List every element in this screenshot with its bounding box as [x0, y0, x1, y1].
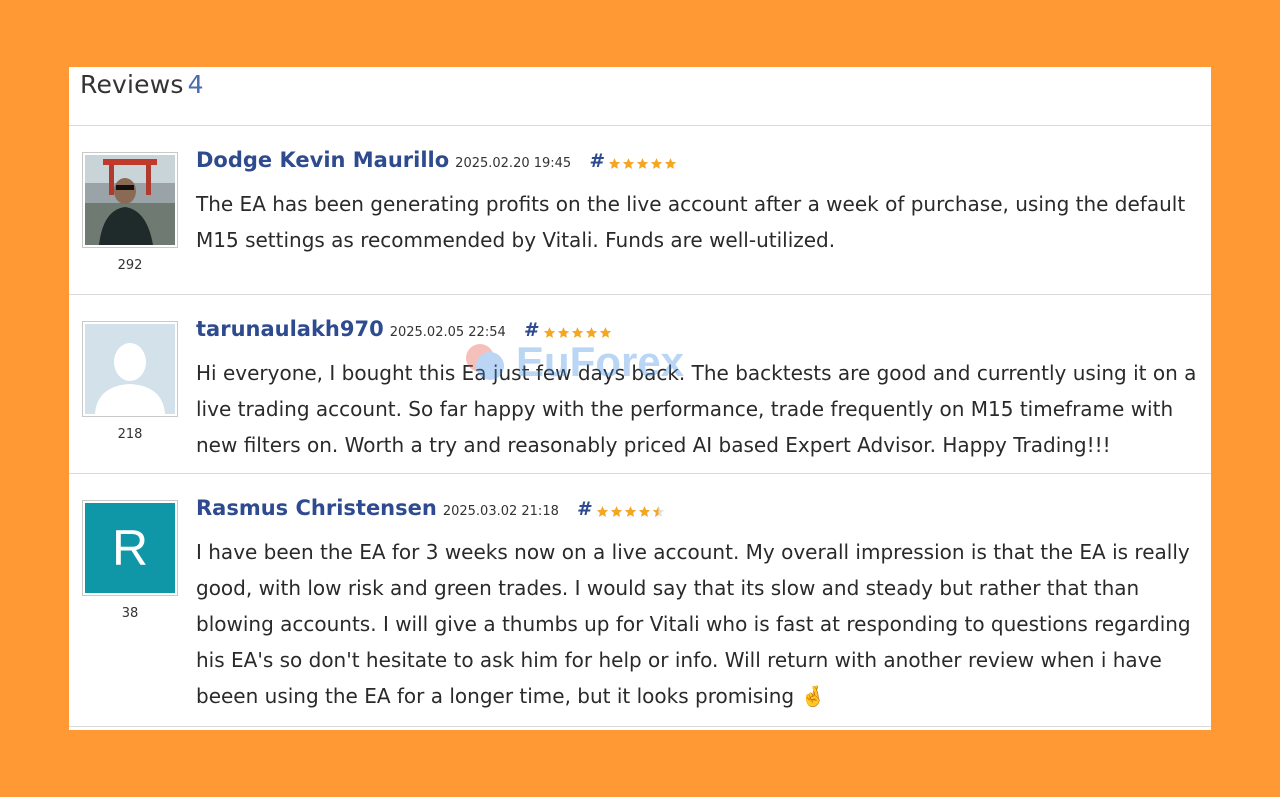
review-text: The EA has been generating profits on th… — [196, 192, 1186, 252]
user-photo — [85, 155, 175, 245]
star-icon — [623, 157, 635, 169]
review-item: 218 tarunaulakh970 2025.02.05 22:54 # Hi… — [69, 295, 1211, 474]
star-icon — [609, 157, 621, 169]
default-user-icon — [85, 324, 175, 414]
reviews-count: 4 — [187, 70, 204, 99]
avatar[interactable] — [82, 321, 178, 417]
user-rating-count: 38 — [121, 606, 139, 621]
avatar-letter: R — [85, 503, 175, 593]
review-text: Hi everyone, I bought this Ea just few d… — [196, 361, 1197, 457]
reviews-title: Reviews — [80, 70, 184, 99]
reviews-panel: Reviews 4 292 Dodge Kevin Maurillo 2025.… — [69, 67, 1211, 730]
star-icon — [624, 505, 637, 517]
star-icon — [638, 505, 651, 517]
review-item: R 38 Rasmus Christensen 2025.03.02 21:18… — [69, 474, 1211, 727]
half-star-icon — [652, 505, 665, 517]
star-icon — [585, 326, 598, 338]
review-author[interactable]: tarunaulakh970 — [196, 317, 384, 341]
user-rating-count: 292 — [117, 258, 143, 273]
review-item: 292 Dodge Kevin Maurillo 2025.02.20 19:4… — [69, 126, 1211, 295]
star-icon — [571, 326, 584, 338]
avatar[interactable]: R — [82, 500, 178, 596]
star-icon — [557, 326, 570, 338]
avatar[interactable] — [82, 152, 178, 248]
star-icon — [543, 326, 556, 338]
star-icon — [651, 157, 663, 169]
review-author[interactable]: Rasmus Christensen — [196, 496, 437, 520]
star-rating — [608, 157, 677, 170]
review-link[interactable]: # — [524, 319, 537, 341]
star-icon — [596, 505, 609, 517]
star-icon — [665, 157, 677, 169]
review-author[interactable]: Dodge Kevin Maurillo — [196, 148, 449, 172]
reviews-header: Reviews 4 — [69, 67, 1211, 126]
star-icon — [637, 157, 649, 169]
user-rating-count: 218 — [117, 427, 143, 442]
review-link[interactable]: # — [577, 498, 590, 520]
star-rating — [543, 326, 612, 339]
review-date: 2025.03.02 21:18 — [442, 504, 559, 519]
review-date: 2025.02.05 22:54 — [389, 325, 506, 340]
review-text: I have been the EA for 3 weeks now on a … — [196, 540, 1191, 708]
review-link[interactable]: # — [589, 150, 602, 172]
star-icon — [610, 505, 623, 517]
star-rating — [596, 505, 665, 518]
review-date: 2025.02.20 19:45 — [455, 156, 572, 171]
star-icon — [599, 326, 612, 338]
